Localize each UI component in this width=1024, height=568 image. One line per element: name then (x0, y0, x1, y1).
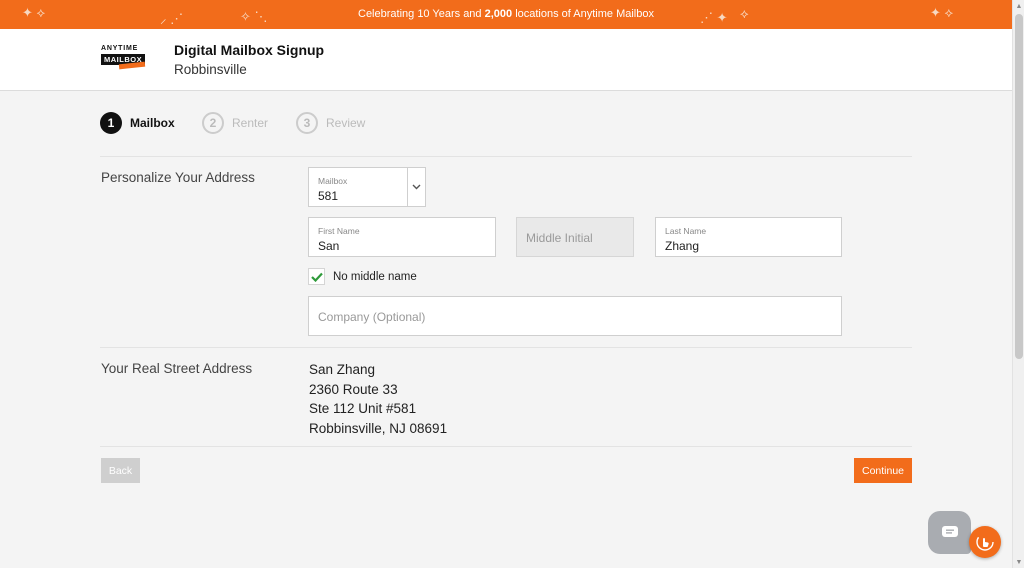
back-button[interactable]: Back (101, 458, 140, 483)
step-label: Review (326, 116, 366, 130)
confetti-decoration-icon: ⋰ ✦ (700, 10, 728, 25)
mailbox-select-value: 581 (318, 189, 339, 203)
first-name-value: San (318, 239, 340, 253)
mailbox-select[interactable]: Mailbox 581 (308, 167, 426, 207)
confetti-decoration-icon: ✧ ⋱ (240, 9, 268, 24)
no-middle-name-label: No middle name (333, 270, 417, 283)
step-number: 2 (202, 112, 224, 134)
address-line: Ste 112 Unit #581 (309, 401, 417, 416)
no-middle-name-row: No middle name (308, 268, 417, 285)
chevron-down-icon[interactable] (407, 168, 425, 206)
address-line: Robbinsville, NJ 08691 (309, 420, 448, 436)
chat-button[interactable] (928, 511, 971, 554)
checkmark-icon (310, 272, 323, 282)
banner-text-bold: 2,000 (484, 8, 513, 20)
company-field[interactable]: Company (Optional) (308, 296, 842, 336)
step-label: Mailbox (130, 116, 175, 130)
address-line: San Zhang (309, 362, 376, 377)
street-address-block: San Zhang 2360 Route 33 Ste 112 Unit #58… (309, 360, 447, 438)
last-name-label: Last Name (665, 226, 707, 236)
continue-button[interactable]: Continue (854, 458, 912, 483)
middle-initial-placeholder: Middle Initial (526, 231, 593, 245)
section-divider (100, 446, 912, 447)
mailbox-select-label: Mailbox (318, 176, 348, 186)
location-name: Robbinsville (174, 62, 247, 77)
last-name-field[interactable]: Last Name Zhang (655, 217, 842, 257)
step-renter: 2 Renter (202, 112, 268, 134)
anytime-mailbox-logo[interactable]: ANYTIME MAILBOX (101, 45, 147, 73)
address-line: 2360 Route 33 (309, 381, 398, 397)
confetti-decoration-icon: ✦ ⟡ (930, 5, 954, 20)
scroll-down-icon[interactable]: ▼ (1013, 556, 1024, 568)
section-divider (100, 156, 912, 157)
last-name-value: Zhang (665, 239, 700, 253)
page-header: ANYTIME MAILBOX Digital Mailbox Signup R… (0, 29, 1012, 91)
scroll-thumb[interactable] (1015, 14, 1023, 359)
page-scrollbar[interactable]: ▲ ▼ (1012, 0, 1024, 568)
step-review: 3 Review (296, 112, 365, 134)
page-title: Digital Mailbox Signup (174, 42, 325, 58)
personalize-section-label: Personalize Your Address (101, 170, 255, 185)
chat-bubble-icon (941, 526, 958, 537)
step-number: 3 (296, 112, 318, 134)
step-number: 1 (100, 112, 122, 134)
no-middle-name-checkbox[interactable] (308, 268, 325, 285)
first-name-label: First Name (318, 226, 360, 236)
step-mailbox: 1 Mailbox (100, 112, 175, 134)
scroll-up-icon[interactable]: ▲ (1013, 0, 1024, 12)
section-divider (100, 347, 912, 348)
confetti-decoration-icon: ⸝ ⋰ (160, 11, 184, 26)
middle-initial-field[interactable]: Middle Initial (516, 217, 634, 257)
banner-text-after: locations of Anytime Mailbox (512, 8, 654, 20)
company-placeholder: Company (Optional) (318, 310, 426, 324)
confetti-decoration-icon: ⟡ (740, 6, 749, 21)
top-banner: ✦ ⟡ ⸝ ⋰ ✧ ⋱ ⋰ ✦ ⟡ ✦ ⟡ Celebrating 10 Yea… (0, 0, 1012, 29)
banner-text-before: Celebrating 10 Years and (358, 8, 485, 20)
confetti-decoration-icon: ✦ ⟡ (22, 5, 46, 20)
first-name-field[interactable]: First Name San (308, 217, 496, 257)
help-button[interactable] (969, 526, 1001, 558)
street-address-section-label: Your Real Street Address (101, 361, 253, 376)
step-label: Renter (232, 116, 269, 130)
logo-line-1: ANYTIME (101, 45, 139, 52)
hand-pointer-icon (976, 533, 994, 551)
